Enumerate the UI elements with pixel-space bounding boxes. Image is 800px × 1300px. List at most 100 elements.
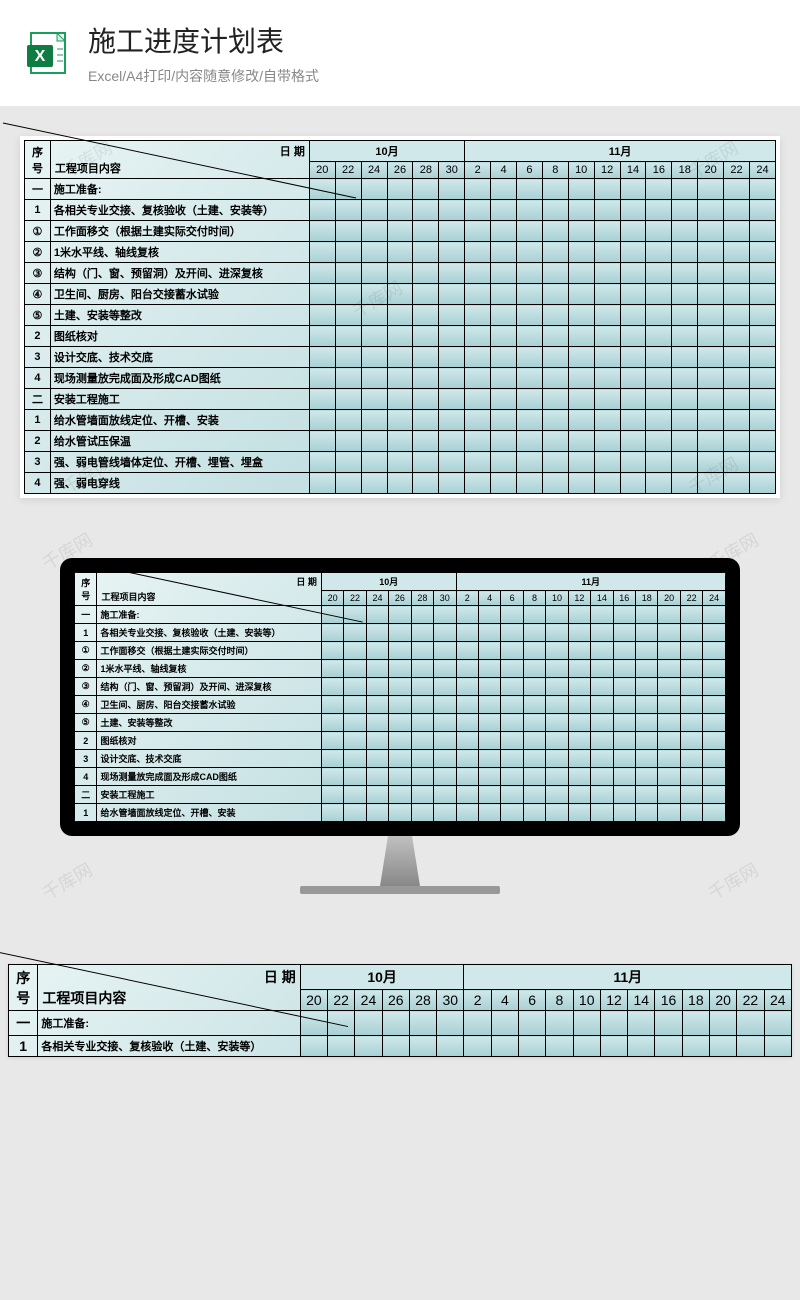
- grid-cell: [523, 750, 545, 768]
- grid-cell: [620, 305, 646, 326]
- table-row: ⑤土建、安装等整改: [25, 305, 776, 326]
- grid-cell: [737, 1036, 764, 1057]
- grid-cell: [613, 624, 635, 642]
- row-content: 设计交底、技术交底: [97, 750, 321, 768]
- day-header: 28: [409, 990, 436, 1011]
- day-header: 22: [344, 591, 366, 606]
- day-header: 26: [382, 990, 409, 1011]
- row-seq: 一: [9, 1011, 38, 1036]
- grid-cell: [680, 714, 702, 732]
- grid-cell: [501, 750, 523, 768]
- grid-cell: [456, 606, 478, 624]
- grid-cell: [411, 606, 433, 624]
- col-diagonal-header: 日 期工程项目内容: [50, 141, 309, 179]
- grid-cell: [591, 606, 613, 624]
- grid-cell: [591, 768, 613, 786]
- row-content: 1米水平线、轴线复核: [97, 660, 321, 678]
- grid-cell: [568, 221, 594, 242]
- grid-cell: [680, 804, 702, 822]
- grid-cell: [516, 242, 542, 263]
- grid-cell: [335, 452, 361, 473]
- row-seq: ⑤: [25, 305, 51, 326]
- grid-cell: [300, 1011, 327, 1036]
- grid-cell: [568, 452, 594, 473]
- grid-cell: [764, 1036, 791, 1057]
- grid-cell: [501, 732, 523, 750]
- grid-cell: [542, 221, 568, 242]
- grid-cell: [478, 606, 500, 624]
- table-row: ④卫生间、厨房、阳台交接蓄水试验: [75, 696, 726, 714]
- grid-cell: [387, 389, 413, 410]
- grid-cell: [366, 606, 388, 624]
- row-content: 强、弱电管线墙体定位、开槽、埋管、埋盒: [50, 452, 309, 473]
- table-row: ⑤土建、安装等整改: [75, 714, 726, 732]
- grid-cell: [591, 804, 613, 822]
- row-seq: 3: [25, 452, 51, 473]
- grid-cell: [491, 368, 517, 389]
- grid-cell: [464, 1011, 491, 1036]
- grid-cell: [698, 179, 724, 200]
- grid-cell: [389, 750, 411, 768]
- grid-cell: [672, 473, 698, 494]
- row-content: 施工准备:: [38, 1011, 300, 1036]
- grid-cell: [309, 368, 335, 389]
- grid-cell: [439, 200, 465, 221]
- grid-cell: [478, 678, 500, 696]
- row-seq: 1: [25, 200, 51, 221]
- grid-cell: [309, 410, 335, 431]
- grid-cell: [724, 473, 750, 494]
- grid-cell: [568, 642, 590, 660]
- grid-cell: [335, 410, 361, 431]
- day-header: 8: [523, 591, 545, 606]
- day-header: 6: [501, 591, 523, 606]
- grid-cell: [698, 431, 724, 452]
- grid-cell: [523, 678, 545, 696]
- grid-cell: [594, 389, 620, 410]
- grid-cell: [335, 473, 361, 494]
- grid-cell: [434, 732, 456, 750]
- row-seq: ③: [25, 263, 51, 284]
- grid-cell: [680, 768, 702, 786]
- grid-cell: [387, 473, 413, 494]
- grid-cell: [309, 200, 335, 221]
- grid-cell: [434, 768, 456, 786]
- table-row: ①工作面移交（根据土建实际交付时间）: [25, 221, 776, 242]
- grid-cell: [491, 179, 517, 200]
- row-seq: 二: [75, 786, 97, 804]
- grid-cell: [516, 284, 542, 305]
- grid-cell: [636, 606, 658, 624]
- day-header: 2: [464, 990, 491, 1011]
- grid-cell: [465, 263, 491, 284]
- grid-cell: [344, 642, 366, 660]
- day-header: 22: [335, 162, 361, 179]
- grid-cell: [646, 221, 672, 242]
- grid-cell: [309, 242, 335, 263]
- grid-cell: [636, 786, 658, 804]
- grid-cell: [321, 624, 343, 642]
- day-header: 28: [411, 591, 433, 606]
- grid-cell: [594, 431, 620, 452]
- grid-cell: [620, 326, 646, 347]
- table-row: 3设计交底、技术交底: [75, 750, 726, 768]
- grid-cell: [703, 606, 726, 624]
- grid-cell: [501, 642, 523, 660]
- grid-cell: [724, 452, 750, 473]
- day-header: 20: [698, 162, 724, 179]
- row-content: 安装工程施工: [50, 389, 309, 410]
- grid-cell: [478, 804, 500, 822]
- grid-cell: [413, 305, 439, 326]
- grid-cell: [366, 696, 388, 714]
- grid-cell: [542, 389, 568, 410]
- row-content: 现场测量放完成面及形成CAD图纸: [97, 768, 321, 786]
- grid-cell: [568, 347, 594, 368]
- grid-cell: [413, 452, 439, 473]
- row-seq: 3: [25, 347, 51, 368]
- grid-cell: [672, 326, 698, 347]
- grid-cell: [698, 221, 724, 242]
- grid-cell: [591, 714, 613, 732]
- grid-cell: [594, 200, 620, 221]
- grid-cell: [516, 452, 542, 473]
- grid-cell: [523, 732, 545, 750]
- grid-cell: [542, 368, 568, 389]
- schedule-table: 序号日 期工程项目内容10月11月20222426283024681012141…: [24, 140, 776, 494]
